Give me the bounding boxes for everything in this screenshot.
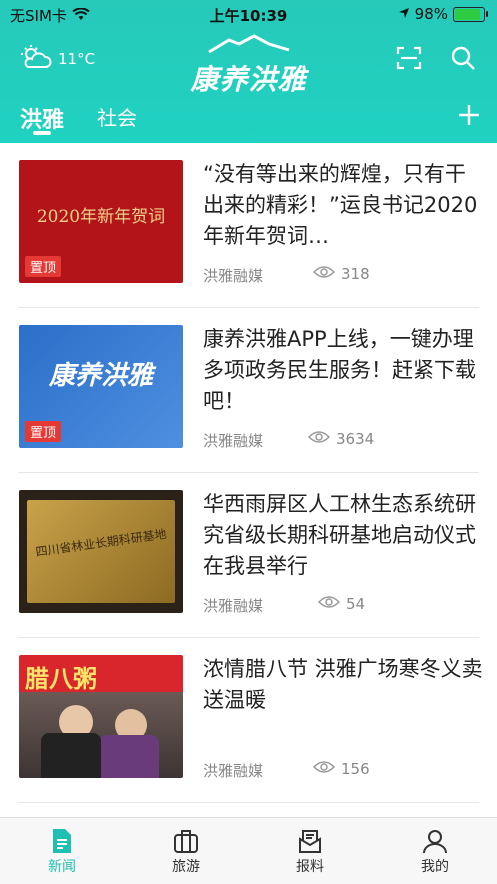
luggage-icon xyxy=(146,828,226,856)
tabbar-label: 新闻 xyxy=(48,859,76,875)
search-icon[interactable] xyxy=(450,45,476,75)
app-header: 无SIM卡 上午10:39 98% 11°C 康养洪雅 洪雅 社会 xyxy=(0,0,497,143)
news-title: 华西雨屏区人工林生态系统研究省级长期科研基地启动仪式在我县举行 xyxy=(203,492,476,578)
active-tab-indicator xyxy=(33,131,51,135)
news-doc-icon xyxy=(22,828,102,856)
news-source: 洪雅融媒 xyxy=(203,597,264,615)
news-title: 康养洪雅APP上线，一键办理多项政务民生服务！赶紧下载吧！ xyxy=(203,327,476,413)
view-count-value: 156 xyxy=(341,760,370,778)
tabbar-label: 报料 xyxy=(296,859,324,875)
tabbar-profile[interactable]: 我的 xyxy=(395,828,475,876)
tabbar-news[interactable]: 新闻 xyxy=(22,828,102,876)
eye-icon xyxy=(317,595,341,613)
tab-hongya[interactable]: 洪雅 xyxy=(20,102,64,134)
news-title: 浓情腊八节 洪雅广场寒冬义卖送温暖 xyxy=(203,657,483,712)
view-count-value: 318 xyxy=(341,265,370,283)
channel-tabs: 洪雅 社会 xyxy=(0,96,497,136)
thumbnail-caption: 2020年新年贺词 xyxy=(36,207,166,227)
news-source: 洪雅融媒 xyxy=(203,762,264,780)
view-count: 156 xyxy=(312,760,370,778)
tabbar-label: 我的 xyxy=(421,859,449,875)
battery-percent: 98% xyxy=(414,5,448,23)
pinned-badge: 置顶 xyxy=(25,256,62,277)
mail-icon xyxy=(270,828,350,856)
logo-text: 康养洪雅 xyxy=(190,63,307,96)
news-item[interactable]: 康养洪雅 置顶 康养洪雅APP上线，一键办理多项政务民生服务！赶紧下载吧！ 洪雅… xyxy=(0,308,497,473)
eye-icon xyxy=(307,430,331,448)
eye-icon xyxy=(312,760,336,778)
thumbnail-caption: 康养洪雅 xyxy=(48,361,153,391)
location-arrow-icon xyxy=(398,5,410,23)
news-thumbnail: 康养洪雅 置顶 xyxy=(19,325,183,448)
view-count: 318 xyxy=(312,265,370,283)
tabbar-report[interactable]: 报料 xyxy=(270,828,350,876)
news-thumbnail: 腊八粥 xyxy=(19,655,183,778)
view-count-value: 54 xyxy=(346,595,366,613)
eye-icon xyxy=(312,265,336,283)
news-item[interactable]: 腊八粥 浓情腊八节 洪雅广场寒冬义卖送温暖 洪雅融媒 156 xyxy=(0,638,497,803)
tab-society[interactable]: 社会 xyxy=(97,102,137,131)
tabbar-label: 旅游 xyxy=(172,859,200,875)
add-channel-icon[interactable] xyxy=(458,104,480,126)
bottom-tab-bar: 新闻 旅游 报料 我的 xyxy=(0,817,497,884)
scan-icon[interactable] xyxy=(396,46,422,74)
divider xyxy=(18,802,479,803)
view-count: 3634 xyxy=(307,430,375,448)
news-thumbnail: 2020年新年贺词 置顶 xyxy=(19,160,183,283)
view-count: 54 xyxy=(317,595,366,613)
news-item[interactable]: 四川省林业长期科研基地 华西雨屏区人工林生态系统研究省级长期科研基地启动仪式在我… xyxy=(0,473,497,638)
tabbar-travel[interactable]: 旅游 xyxy=(146,828,226,876)
news-title: “没有等出来的辉煌，只有干出来的精彩！”运良书记2020年新年贺词… xyxy=(203,162,478,248)
user-icon xyxy=(395,828,475,856)
news-thumbnail: 四川省林业长期科研基地 xyxy=(19,490,183,613)
news-source: 洪雅融媒 xyxy=(203,432,264,450)
battery-icon xyxy=(453,6,488,22)
news-source: 洪雅融媒 xyxy=(203,267,264,285)
pinned-badge: 置顶 xyxy=(25,421,62,442)
app-logo: 康养洪雅 xyxy=(0,34,497,98)
status-bar: 无SIM卡 上午10:39 98% xyxy=(0,0,497,28)
view-count-value: 3634 xyxy=(336,430,375,448)
news-item[interactable]: 2020年新年贺词 置顶 “没有等出来的辉煌，只有干出来的精彩！”运良书记202… xyxy=(0,143,497,308)
thumbnail-caption: 腊八粥 xyxy=(25,665,97,693)
